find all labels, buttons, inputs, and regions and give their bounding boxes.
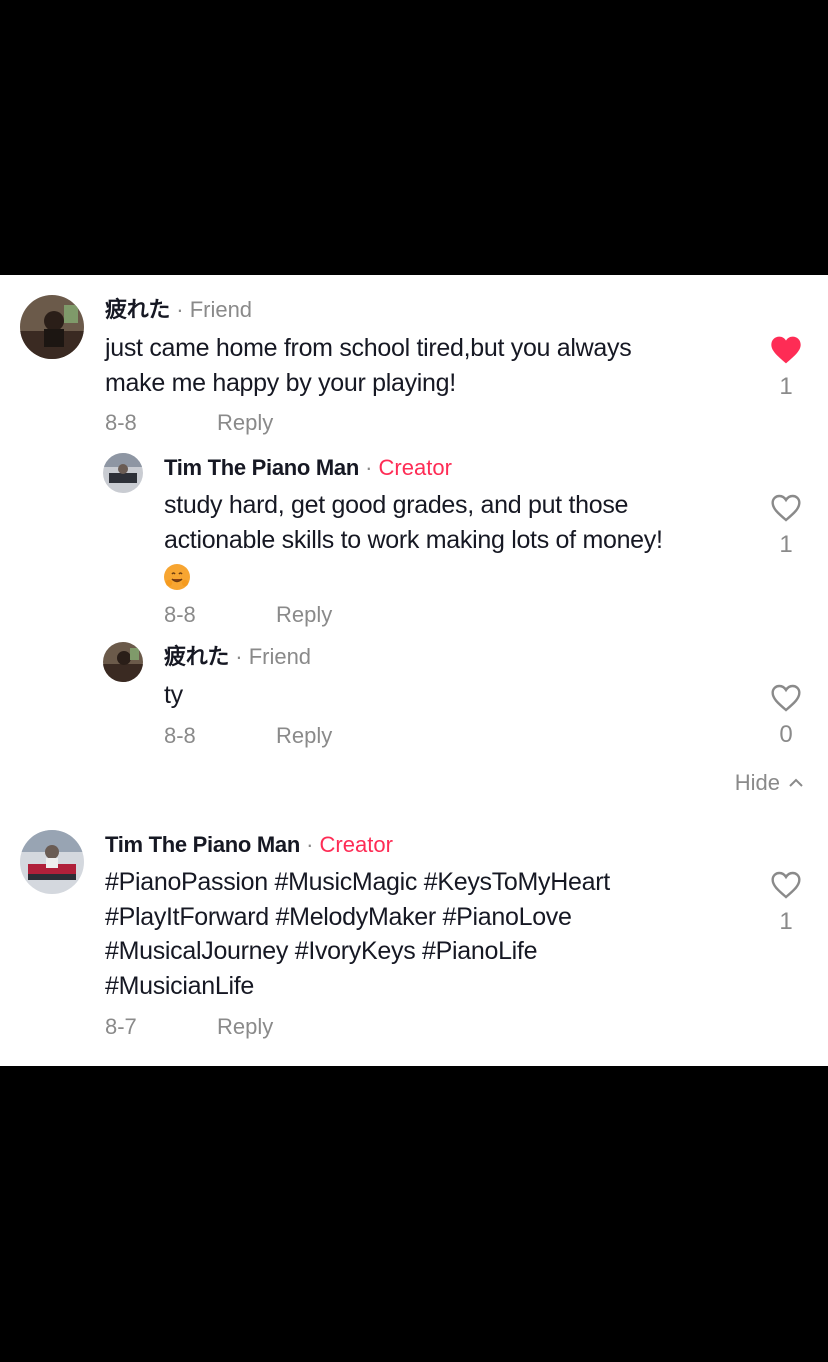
like-button[interactable]: 1: [761, 493, 811, 559]
avatar[interactable]: [103, 453, 143, 493]
comment-text-line: #PianoPassion #MusicMagic #KeysToMyHeart: [105, 868, 610, 896]
comment-meta: Tim The Piano Man · Creator: [164, 454, 452, 482]
comment-footer: 8-7 Reply: [105, 1013, 273, 1041]
creator-badge: Creator: [378, 455, 452, 480]
author-name[interactable]: Tim The Piano Man: [164, 455, 359, 480]
comment-footer: 8-8 Reply: [105, 409, 273, 437]
comment-date: 8-8: [164, 602, 196, 627]
comment-text-line: #PlayItForward #MelodyMaker #PianoLove: [105, 902, 572, 931]
comment-footer: 8-8 Reply: [164, 601, 332, 629]
reply-button[interactable]: Reply: [217, 1013, 273, 1041]
reply-button[interactable]: Reply: [217, 409, 273, 437]
comment-date: 8-8: [105, 410, 137, 435]
avatar[interactable]: [20, 295, 84, 359]
hugging-face-emoji: [164, 564, 190, 591]
comment-date: 8-8: [164, 723, 196, 748]
comments-panel: 疲れた · Friend just came home from school …: [0, 275, 828, 1066]
meta-separator: ·: [235, 644, 243, 669]
comment-text: just came home from school tired,but you…: [105, 331, 632, 400]
heart-icon: [771, 871, 801, 899]
comment-meta: 疲れた · Friend: [105, 296, 252, 324]
reply-button[interactable]: Reply: [276, 722, 332, 750]
comment-text-line: just came home from school tired,but you…: [105, 334, 632, 362]
comment-text: ty: [164, 678, 183, 713]
comment-text-line: ty: [164, 681, 183, 709]
meta-separator: ·: [365, 455, 373, 480]
hide-replies-button[interactable]: Hide: [735, 769, 804, 797]
meta-separator: ·: [306, 832, 314, 857]
like-button[interactable]: 1: [761, 870, 811, 936]
comment-text-line: #MusicianLife: [105, 971, 254, 1000]
comment-text: study hard, get good grades, and put tho…: [164, 488, 663, 594]
comment-footer: 8-8 Reply: [164, 722, 332, 750]
heart-icon: [771, 494, 801, 522]
comment-text: #PianoPassion #MusicMagic #KeysToMyHeart…: [105, 865, 610, 1003]
author-name[interactable]: 疲れた: [164, 644, 229, 669]
comment-text-line: actionable skills to work making lots of…: [164, 525, 663, 554]
like-count: 1: [779, 373, 793, 400]
comment-text-line: make me happy by your playing!: [105, 368, 456, 397]
reply-button[interactable]: Reply: [276, 601, 332, 629]
friend-badge: Friend: [189, 297, 253, 322]
like-button[interactable]: 0: [761, 683, 811, 749]
author-name[interactable]: Tim The Piano Man: [105, 832, 300, 857]
author-name[interactable]: 疲れた: [105, 297, 170, 322]
comment-meta: 疲れた · Friend: [164, 643, 311, 671]
avatar[interactable]: [103, 642, 143, 682]
meta-separator: ·: [176, 297, 184, 322]
like-count: 1: [779, 908, 793, 935]
like-count: 0: [779, 721, 793, 748]
comment-meta: Tim The Piano Man · Creator: [105, 831, 393, 859]
avatar[interactable]: [20, 830, 84, 894]
heart-icon: [771, 336, 801, 364]
creator-badge: Creator: [319, 832, 393, 857]
heart-icon: [771, 684, 801, 712]
friend-badge: Friend: [248, 644, 312, 669]
hide-label: Hide: [734, 770, 780, 795]
like-button[interactable]: 1: [761, 335, 811, 401]
like-count: 1: [779, 531, 793, 558]
comment-date: 8-7: [105, 1014, 137, 1039]
comment-text-line: #MusicalJourney #IvoryKeys #PianoLife: [105, 937, 538, 965]
chevron-up-icon: [789, 778, 803, 787]
comment-text-line: study hard, get good grades, and put tho…: [164, 491, 629, 519]
